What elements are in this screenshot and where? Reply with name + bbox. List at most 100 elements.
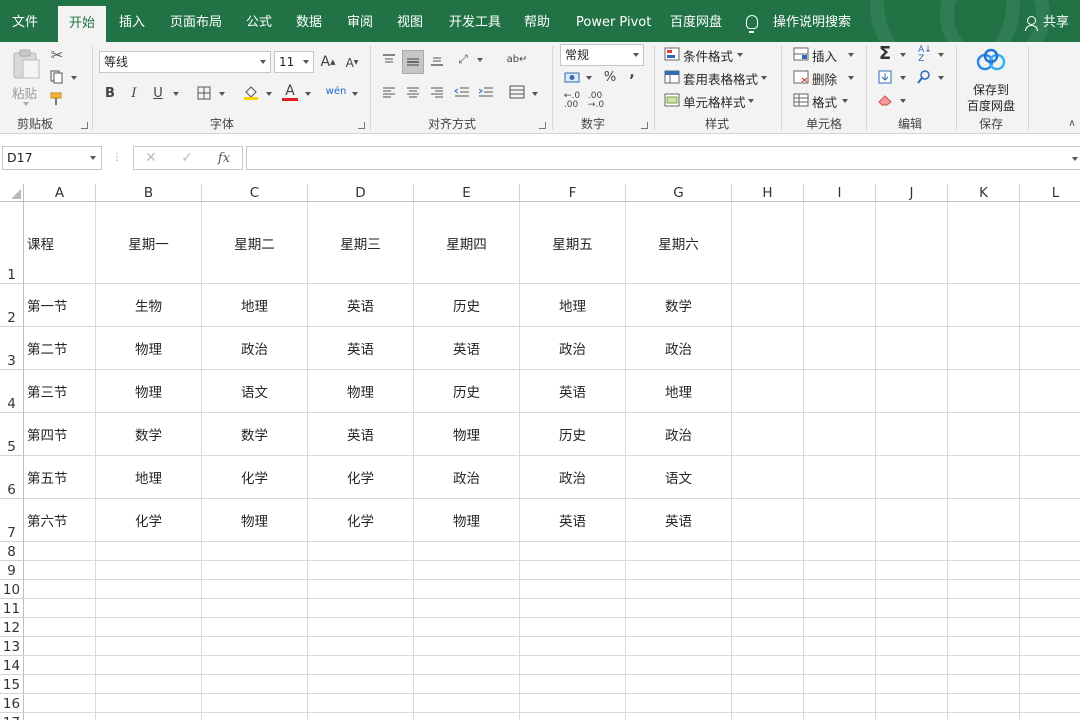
cell-b13[interactable]	[96, 637, 202, 656]
chevron-down-icon[interactable]	[938, 53, 944, 57]
cell-a1[interactable]: 课程	[24, 202, 96, 284]
cell-a12[interactable]	[24, 618, 96, 637]
cell-l4[interactable]	[1020, 370, 1080, 413]
chevron-down-icon[interactable]	[900, 53, 906, 57]
row-header-1[interactable]: 1	[0, 202, 24, 284]
column-header-k[interactable]: K	[948, 184, 1020, 202]
chevron-down-icon[interactable]	[305, 92, 311, 96]
font-size-select[interactable]: 11	[274, 51, 314, 73]
tab-view[interactable]: 视图	[397, 0, 423, 42]
cell-f2[interactable]: 地理	[520, 284, 626, 327]
cell-f14[interactable]	[520, 656, 626, 675]
cell-a9[interactable]	[24, 561, 96, 580]
orientation-icon[interactable]: ⤢	[453, 50, 473, 68]
cell-d13[interactable]	[308, 637, 414, 656]
cell-d16[interactable]	[308, 694, 414, 713]
cell-e13[interactable]	[414, 637, 520, 656]
cell-c12[interactable]	[202, 618, 308, 637]
cell-e3[interactable]: 英语	[414, 327, 520, 370]
cell-i11[interactable]	[804, 599, 876, 618]
cell-i17[interactable]	[804, 713, 876, 720]
cell-c2[interactable]: 地理	[202, 284, 308, 327]
cell-b4[interactable]: 物理	[96, 370, 202, 413]
cell-e5[interactable]: 物理	[414, 413, 520, 456]
cell-d17[interactable]	[308, 713, 414, 720]
cell-k5[interactable]	[948, 413, 1020, 456]
increase-indent-icon[interactable]	[476, 83, 496, 101]
cell-l6[interactable]	[1020, 456, 1080, 499]
cell-k14[interactable]	[948, 656, 1020, 675]
chevron-down-icon[interactable]	[848, 76, 854, 80]
row-header-6[interactable]: 6	[0, 456, 24, 499]
cell-c10[interactable]	[202, 580, 308, 599]
number-dialog-launcher[interactable]	[641, 122, 648, 129]
enter-icon[interactable]: ✓	[178, 150, 196, 166]
cell-i12[interactable]	[804, 618, 876, 637]
row-header-2[interactable]: 2	[0, 284, 24, 327]
chevron-down-icon[interactable]	[900, 76, 906, 80]
cell-k16[interactable]	[948, 694, 1020, 713]
cell-b3[interactable]: 物理	[96, 327, 202, 370]
cell-e15[interactable]	[414, 675, 520, 694]
format-painter-icon[interactable]	[48, 90, 66, 108]
cell-b12[interactable]	[96, 618, 202, 637]
cell-c14[interactable]	[202, 656, 308, 675]
row-header-15[interactable]: 15	[0, 675, 24, 694]
cell-f12[interactable]	[520, 618, 626, 637]
cell-d9[interactable]	[308, 561, 414, 580]
cell-c5[interactable]: 数学	[202, 413, 308, 456]
cell-b16[interactable]	[96, 694, 202, 713]
cell-k6[interactable]	[948, 456, 1020, 499]
tell-me-search[interactable]: 操作说明搜索	[773, 0, 851, 42]
align-top-icon[interactable]	[380, 50, 398, 68]
cell-l10[interactable]	[1020, 580, 1080, 599]
cell-i10[interactable]	[804, 580, 876, 599]
comma-style-button[interactable]: ,	[626, 64, 638, 82]
cell-a6[interactable]: 第五节	[24, 456, 96, 499]
cell-h16[interactable]	[732, 694, 804, 713]
chevron-down-icon[interactable]	[352, 92, 358, 96]
cell-i8[interactable]	[804, 542, 876, 561]
cell-d6[interactable]: 化学	[308, 456, 414, 499]
cell-e6[interactable]: 政治	[414, 456, 520, 499]
cell-h14[interactable]	[732, 656, 804, 675]
cell-l3[interactable]	[1020, 327, 1080, 370]
cell-d7[interactable]: 化学	[308, 499, 414, 542]
cell-h8[interactable]	[732, 542, 804, 561]
font-name-select[interactable]: 等线	[99, 51, 271, 73]
clipboard-dialog-launcher[interactable]	[81, 122, 88, 129]
cell-d1[interactable]: 星期三	[308, 202, 414, 284]
row-header-5[interactable]: 5	[0, 413, 24, 456]
cell-k12[interactable]	[948, 618, 1020, 637]
shrink-font-icon[interactable]: A ▼	[344, 55, 360, 71]
cell-d15[interactable]	[308, 675, 414, 694]
conditional-format-icon[interactable]	[663, 46, 681, 62]
tab-formulas[interactable]: 公式	[246, 0, 272, 42]
cell-d4[interactable]: 物理	[308, 370, 414, 413]
cell-e2[interactable]: 历史	[414, 284, 520, 327]
cell-h6[interactable]	[732, 456, 804, 499]
cell-c8[interactable]	[202, 542, 308, 561]
cell-l11[interactable]	[1020, 599, 1080, 618]
formula-input[interactable]	[246, 146, 1080, 170]
cell-k2[interactable]	[948, 284, 1020, 327]
cell-f13[interactable]	[520, 637, 626, 656]
cell-d14[interactable]	[308, 656, 414, 675]
tab-insert[interactable]: 插入	[119, 0, 145, 42]
cell-styles-button[interactable]: 单元格样式	[683, 92, 746, 111]
cell-j11[interactable]	[876, 599, 948, 618]
cell-a16[interactable]	[24, 694, 96, 713]
cell-a5[interactable]: 第四节	[24, 413, 96, 456]
accounting-format-icon[interactable]	[562, 68, 582, 86]
name-box[interactable]: D17	[2, 146, 102, 170]
chevron-down-icon[interactable]	[848, 53, 854, 57]
select-all-button[interactable]	[0, 184, 24, 202]
scissors-icon[interactable]: ✂	[48, 46, 66, 64]
cell-j8[interactable]	[876, 542, 948, 561]
cell-j6[interactable]	[876, 456, 948, 499]
cell-g8[interactable]	[626, 542, 732, 561]
format-cells-icon[interactable]	[792, 92, 810, 108]
cell-i14[interactable]	[804, 656, 876, 675]
cell-j5[interactable]	[876, 413, 948, 456]
cell-f16[interactable]	[520, 694, 626, 713]
